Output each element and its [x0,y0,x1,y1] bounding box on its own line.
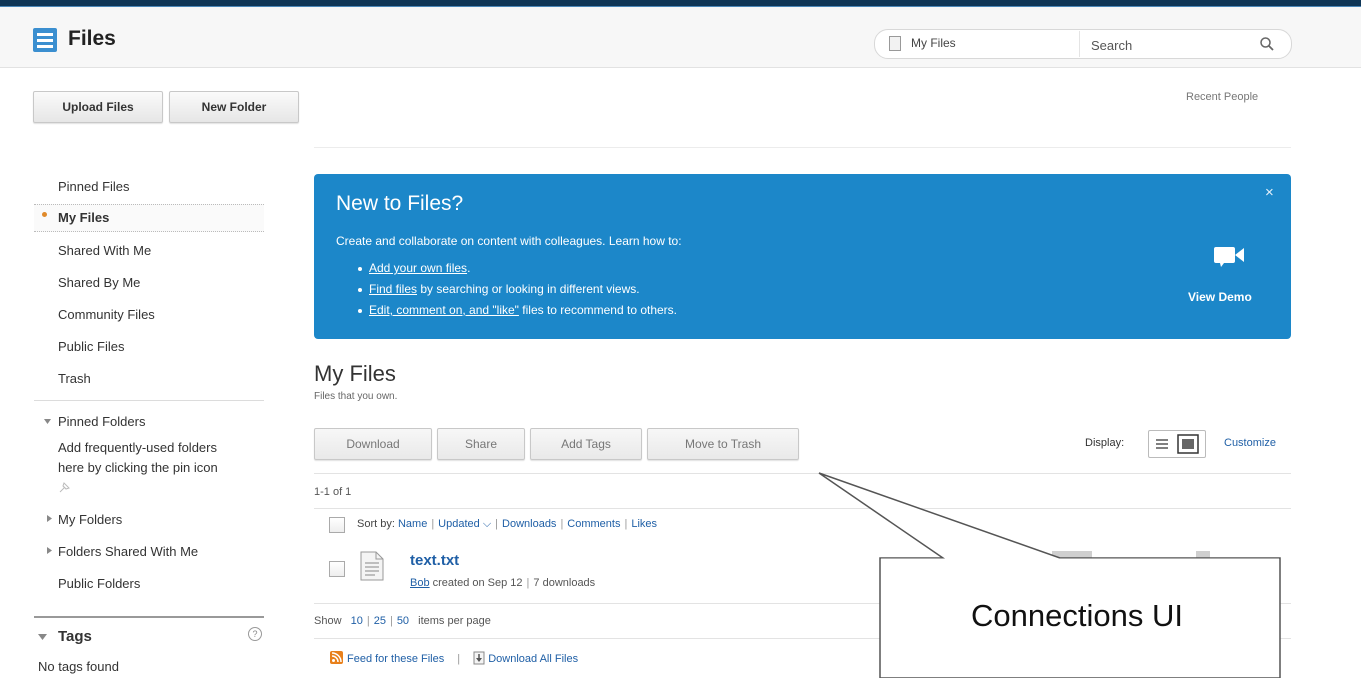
callout-shape [818,472,1281,678]
callout-label: Connections UI [971,598,1183,633]
